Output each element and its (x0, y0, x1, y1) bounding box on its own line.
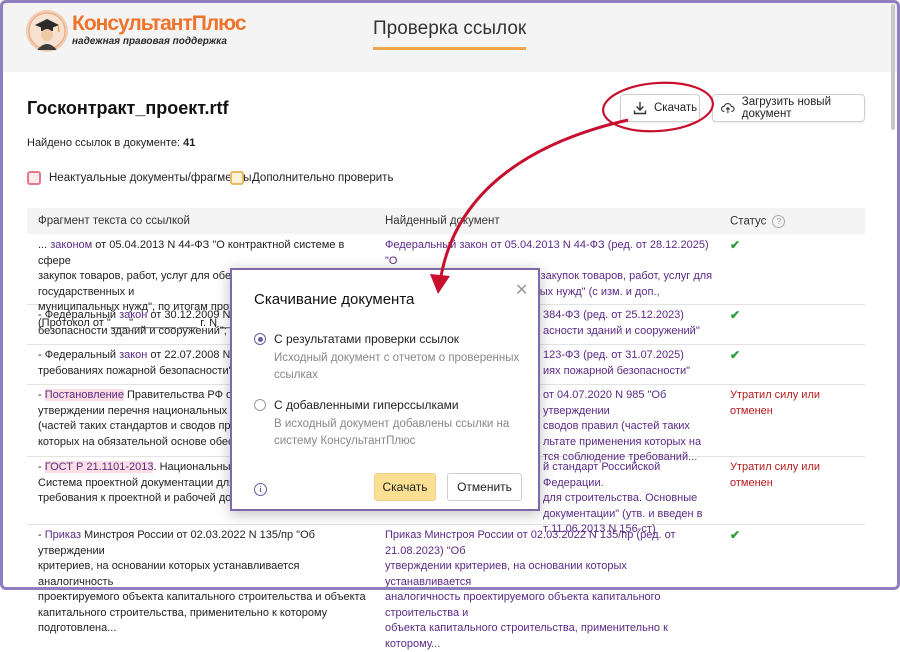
fragment-line: капитального строительства, применительн… (38, 606, 328, 635)
annotation-overlay (430, 81, 714, 294)
found-line: объекта капитального строительства, прим… (385, 622, 668, 650)
annotation-circle (602, 81, 714, 133)
fragment-line: проектируемого объекта капитального стро… (38, 591, 366, 603)
annotation-arrow (438, 118, 629, 283)
found-line: аналогичность проектируемого объекта кап… (385, 591, 661, 619)
annotation-arrowhead (430, 274, 450, 294)
